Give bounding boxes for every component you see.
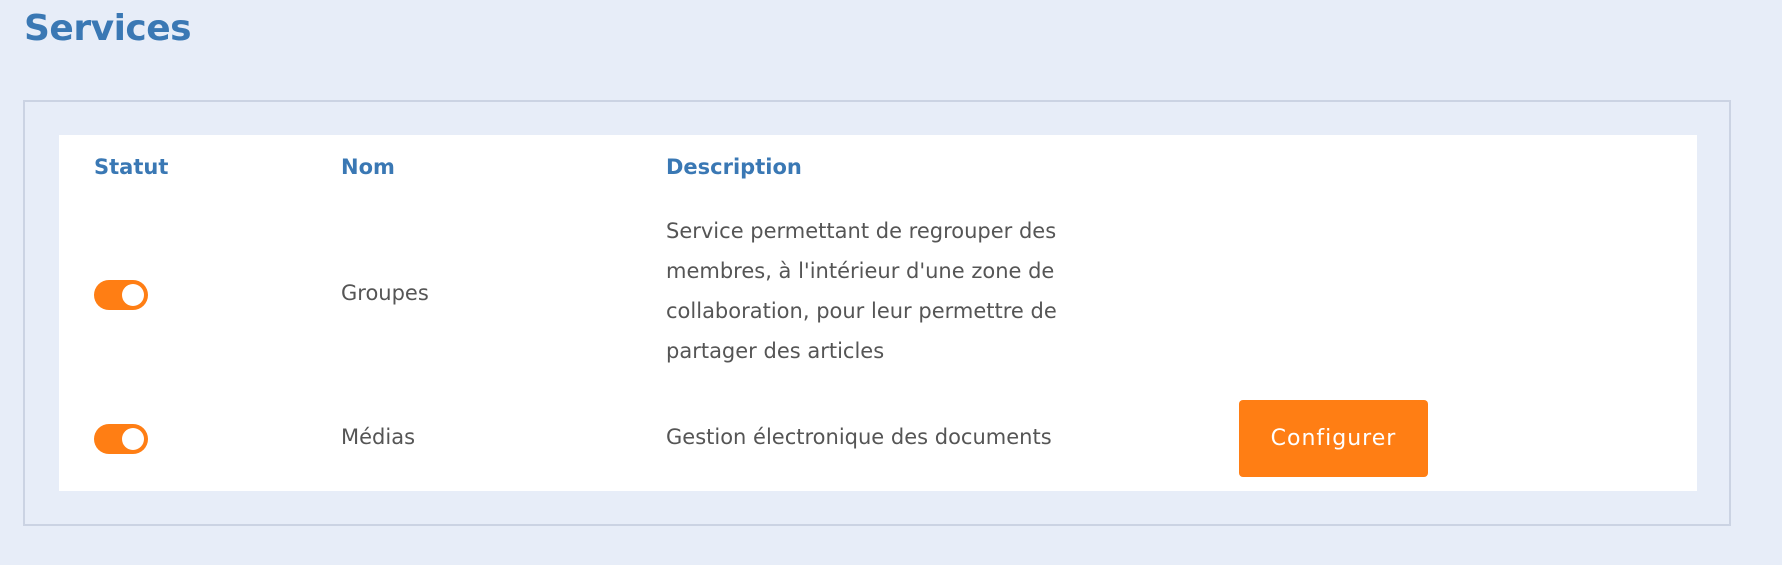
toggle-knob xyxy=(122,284,144,306)
service-name-groupes: Groupes xyxy=(341,281,429,305)
column-header-name: Nom xyxy=(341,155,395,179)
services-table: Statut Nom Description Groupes Service p… xyxy=(59,135,1697,491)
status-toggle-groupes[interactable] xyxy=(94,280,148,310)
toggle-knob xyxy=(122,428,144,450)
configure-button[interactable]: Configurer xyxy=(1239,400,1428,477)
service-name-medias: Médias xyxy=(341,425,416,449)
column-header-status: Statut xyxy=(94,155,169,179)
page-title: Services xyxy=(24,8,192,49)
service-description-medias: Gestion électronique des documents xyxy=(666,425,1052,449)
status-toggle-medias[interactable] xyxy=(94,424,148,454)
column-header-description: Description xyxy=(666,155,802,179)
service-description-groupes: Service permettant de regrouper des memb… xyxy=(666,219,1057,363)
